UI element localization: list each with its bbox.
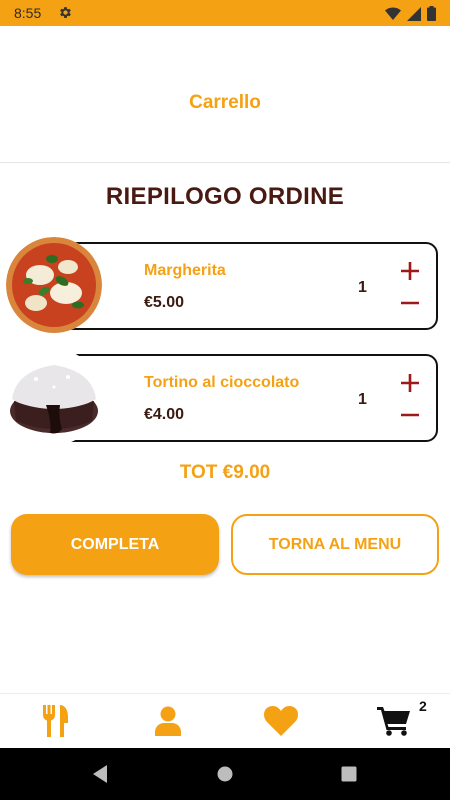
- system-navigation-bar: [0, 748, 450, 800]
- item-price: €5.00: [144, 294, 185, 311]
- app-header: Carrello: [0, 26, 450, 163]
- bottom-navigation: 2: [0, 693, 450, 748]
- decrease-quantity-button[interactable]: [399, 292, 421, 314]
- item-name: Margherita: [144, 262, 226, 279]
- item-quantity: 1: [358, 279, 367, 296]
- back-to-menu-button[interactable]: TORNA AL MENU: [231, 514, 439, 575]
- page-title: Carrello: [189, 92, 261, 113]
- increase-quantity-button[interactable]: [399, 372, 421, 394]
- cart-icon[interactable]: [377, 704, 411, 738]
- cart-item-card: Margherita €5.00 1: [60, 242, 438, 330]
- cart-count-badge: 2: [419, 698, 427, 714]
- item-price: €4.00: [144, 406, 185, 423]
- order-total: TOT €9.00: [179, 462, 271, 483]
- increase-quantity-button[interactable]: [399, 260, 421, 282]
- chocolate-cake-image: [6, 349, 102, 445]
- battery-icon: [427, 6, 436, 26]
- complete-order-button[interactable]: COMPLETA: [11, 514, 219, 575]
- cutlery-icon[interactable]: [39, 704, 73, 738]
- cart-item-card: Tortino al cioccolato €4.00 1: [60, 354, 438, 442]
- home-icon[interactable]: [216, 764, 234, 789]
- order-summary-title: RIEPILOGO ORDINE: [105, 183, 345, 210]
- signal-icon: [407, 6, 421, 26]
- decrease-quantity-button[interactable]: [399, 404, 421, 426]
- pizza-margherita-image: [6, 237, 102, 333]
- status-bar: 8:55: [0, 0, 450, 26]
- recent-apps-icon[interactable]: [340, 764, 358, 789]
- status-icons: [385, 6, 436, 26]
- heart-icon[interactable]: [264, 704, 298, 738]
- item-name: Tortino al cioccolato: [144, 374, 300, 391]
- wifi-icon: [385, 7, 401, 26]
- user-icon[interactable]: [151, 704, 185, 738]
- item-quantity: 1: [358, 391, 367, 408]
- status-time: 8:55: [14, 5, 42, 21]
- back-icon[interactable]: [91, 764, 109, 789]
- settings-gear-icon: [58, 5, 73, 25]
